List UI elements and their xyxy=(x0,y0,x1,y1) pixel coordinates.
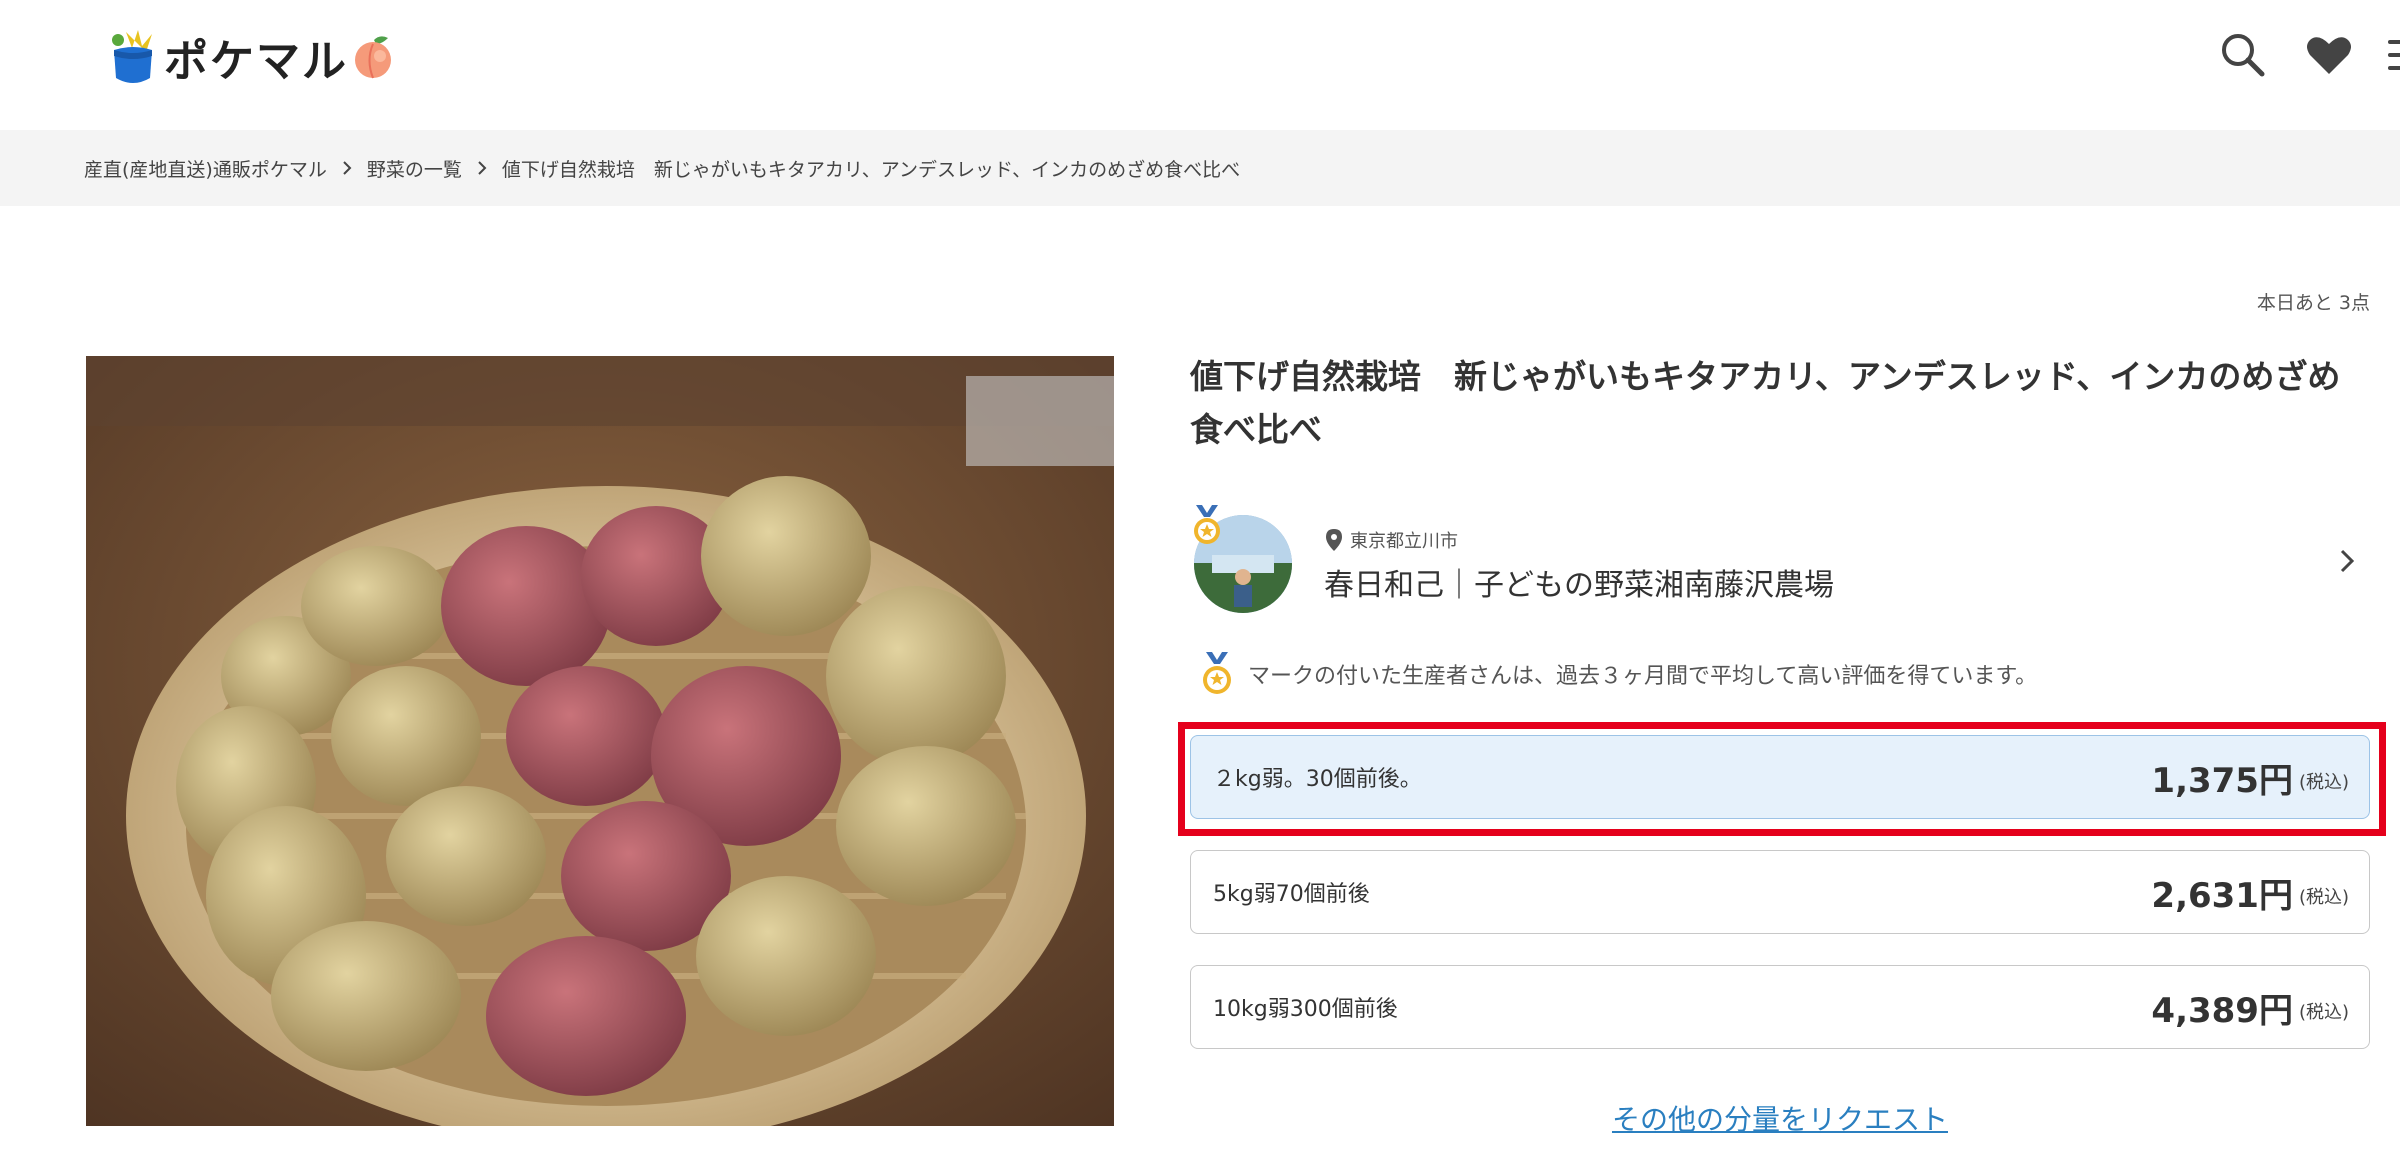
medal-icon xyxy=(1203,652,1231,694)
search-icon[interactable] xyxy=(2216,28,2270,82)
heart-icon[interactable] xyxy=(2302,28,2356,82)
breadcrumb-current: 値下げ自然栽培 新じゃがいもキタアカリ、アンデスレッド、インカのめざめ食べ比べ xyxy=(501,158,1241,181)
option-price: 4,389円 xyxy=(2151,990,2293,1031)
chevron-right-icon xyxy=(343,161,352,175)
option-tax-note: (税込) xyxy=(2298,887,2349,908)
option-price-group: 4,389円 (税込) xyxy=(2151,966,2349,1048)
breadcrumb: 産直(産地直送)通販ポケマル 野菜の一覧 値下げ自然栽培 新じゃがいもキタアカリ… xyxy=(0,130,2400,206)
producer-location: 東京都立川市 xyxy=(1324,527,1458,553)
option-price-group: 2,631円 (税込) xyxy=(2151,851,2349,933)
menu-icon[interactable] xyxy=(2382,28,2400,82)
logo-text: ポケマル xyxy=(164,36,348,87)
peach-icon xyxy=(355,36,391,79)
quantity-option-2[interactable]: 5kg弱70個前後 2,631円 (税込) xyxy=(1190,850,2370,934)
notice-text: マークの付いた生産者さんは、過去３ヶ月間で平均して高い評価を得ています。 xyxy=(1248,664,2038,689)
product-image[interactable] xyxy=(86,356,1114,1126)
producer-card[interactable]: 東京都立川市 春日和己｜子どもの野菜湘南藤沢農場 xyxy=(1190,505,2370,615)
option-label: 5kg弱70個前後 xyxy=(1213,882,1370,907)
breadcrumb-category[interactable]: 野菜の一覧 xyxy=(367,155,462,182)
site-header: ポケマル xyxy=(0,0,2400,130)
product-title: 値下げ自然栽培 新じゃがいもキタアカリ、アンデスレッド、インカのめざめ食べ比べ xyxy=(1190,357,2341,449)
stock-remaining: 本日あと 3点 xyxy=(2256,292,2370,314)
chevron-right-icon[interactable] xyxy=(2336,545,2360,577)
producer-name: 春日和己｜子どもの野菜湘南藤沢農場 xyxy=(1324,568,1834,603)
chevron-right-icon xyxy=(478,161,487,175)
medal-icon xyxy=(1194,505,1220,544)
site-logo[interactable]: ポケマル xyxy=(108,22,396,92)
medal-notice: マークの付いた生産者さんは、過去３ヶ月間で平均して高い評価を得ています。 xyxy=(1200,652,2037,696)
option-price: 2,631円 xyxy=(2151,875,2293,916)
location-text: 東京都立川市 xyxy=(1350,531,1458,552)
selection-highlight xyxy=(1178,722,2386,836)
location-pin-icon xyxy=(1326,529,1342,551)
logo-pocket-icon xyxy=(112,30,152,83)
breadcrumb-home[interactable]: 産直(産地直送)通販ポケマル xyxy=(84,155,327,182)
option-tax-note: (税込) xyxy=(2298,1002,2349,1023)
potato-basket-photo xyxy=(86,356,1114,1126)
quantity-option-3[interactable]: 10kg弱300個前後 4,389円 (税込) xyxy=(1190,965,2370,1049)
request-other-quantity-link[interactable]: その他の分量をリクエスト xyxy=(1190,1098,2370,1138)
option-label: 10kg弱300個前後 xyxy=(1213,997,1398,1022)
